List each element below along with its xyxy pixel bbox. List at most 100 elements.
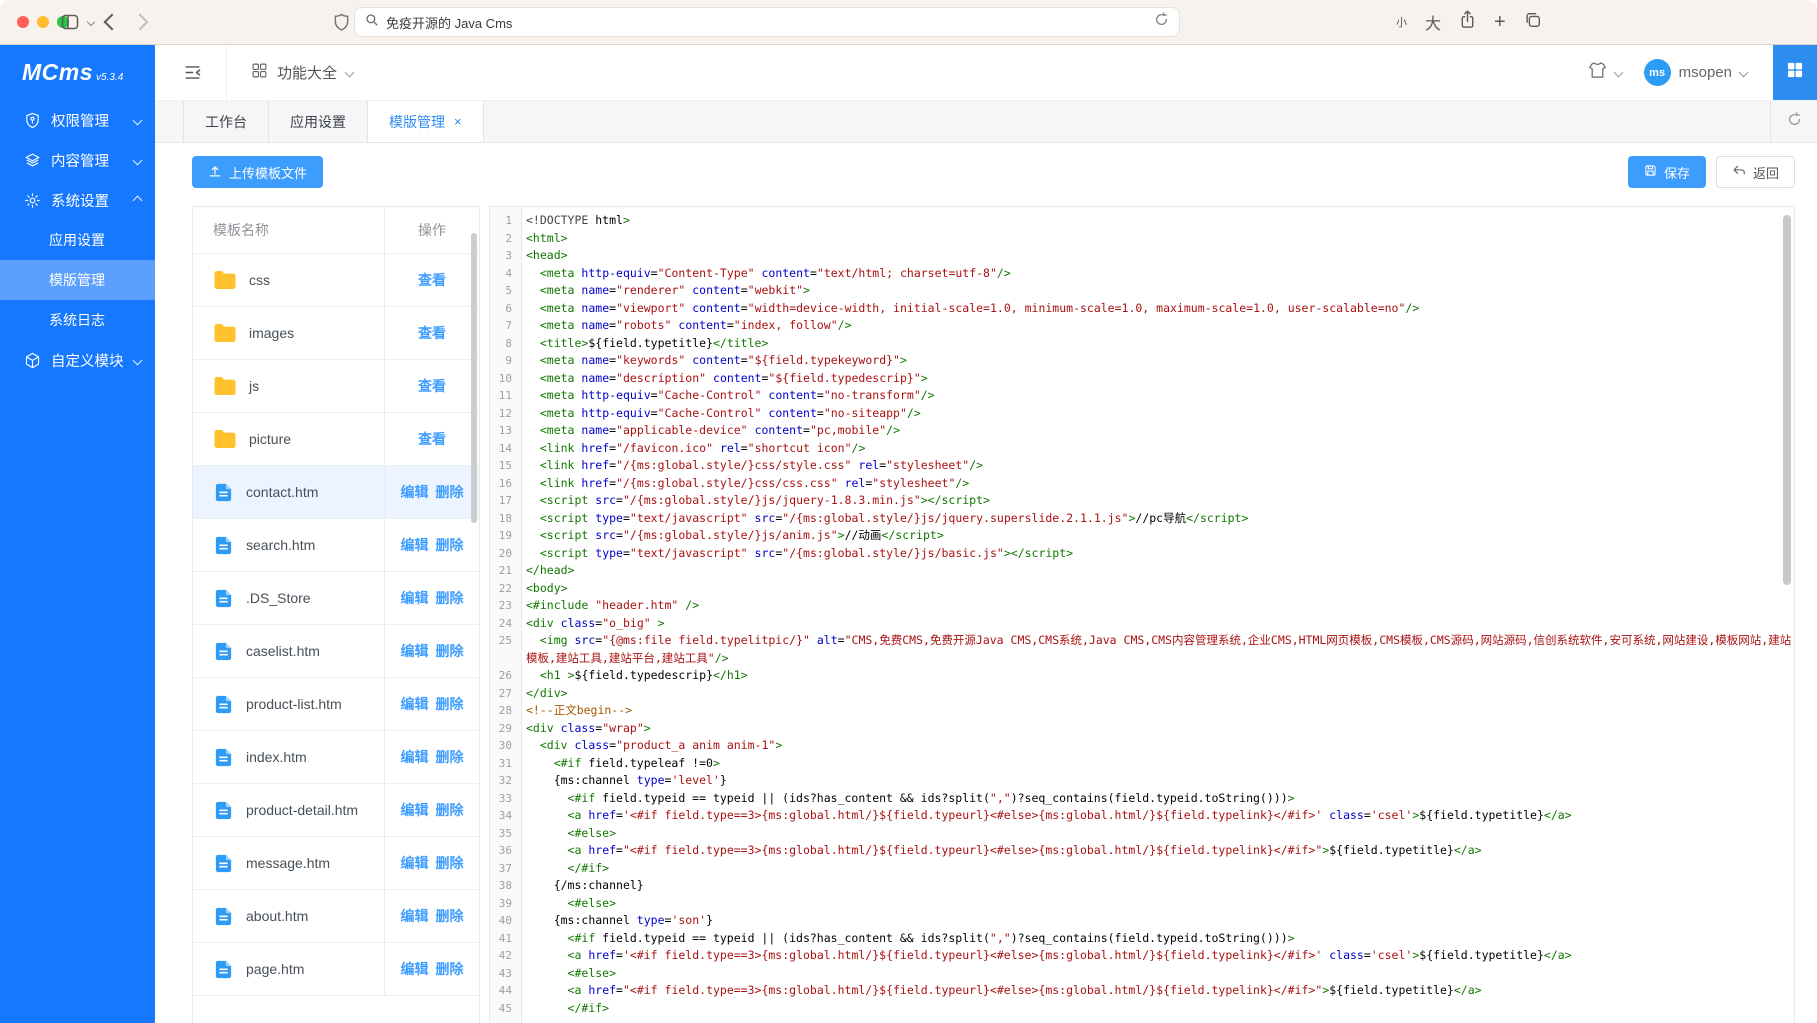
table-row[interactable]: .DS_Store编辑删除 [193, 572, 479, 625]
code-line[interactable]: 18 <script type="text/javascript" src="/… [490, 510, 1794, 528]
table-row[interactable]: search.htm编辑删除 [193, 519, 479, 572]
op-link[interactable]: 编辑 [401, 588, 429, 608]
code-line[interactable]: 15 <link href="/{ms:global.style/}css/st… [490, 457, 1794, 475]
code-line[interactable]: 25 <img src="{@ms:file field.typelitpic/… [490, 632, 1794, 667]
code-line[interactable]: 14 <link href="/favicon.ico" rel="shortc… [490, 440, 1794, 458]
code-line[interactable]: 45 </#if> [490, 1000, 1794, 1018]
code-line[interactable]: 12 <meta http-equiv="Cache-Control" cont… [490, 405, 1794, 423]
code-line[interactable]: 6 <meta name="viewport" content="width=d… [490, 300, 1794, 318]
table-row[interactable]: js查看 [193, 360, 479, 413]
code-line[interactable]: 41 <#if field.typeid == typeid || (ids?h… [490, 930, 1794, 948]
table-row[interactable]: picture查看 [193, 413, 479, 466]
code-line[interactable]: 33 <#if field.typeid == typeid || (ids?h… [490, 790, 1794, 808]
new-tab-icon[interactable]: + [1494, 12, 1506, 32]
code-line[interactable]: 29<div class="wrap"> [490, 720, 1794, 738]
code-line[interactable]: 5 <meta name="renderer" content="webkit"… [490, 282, 1794, 300]
code-line[interactable]: 27</div> [490, 685, 1794, 703]
code-line[interactable]: 21</head> [490, 562, 1794, 580]
tab-inactive[interactable]: 应用设置 [269, 101, 368, 142]
code-line[interactable]: 1<!DOCTYPE html> [490, 212, 1794, 230]
tab-overview-icon[interactable] [1524, 11, 1542, 34]
op-link[interactable]: 查看 [418, 429, 446, 449]
menu-fold-icon[interactable] [183, 63, 202, 82]
text-size-small-icon[interactable]: 小 [1396, 14, 1407, 30]
sidebar-item[interactable]: 系统设置 [0, 180, 155, 220]
tab-inactive[interactable]: 工作台 [183, 101, 269, 142]
back-button[interactable]: 返回 [1716, 156, 1795, 188]
code-line[interactable]: 36 <a href="<#if field.type==3>{ms:globa… [490, 842, 1794, 860]
op-link[interactable]: 编辑 [401, 959, 429, 979]
op-link[interactable]: 编辑 [401, 906, 429, 926]
apps-corner-button[interactable] [1773, 45, 1817, 100]
table-row[interactable]: caselist.htm编辑删除 [193, 625, 479, 678]
file-list-scrollbar[interactable] [471, 233, 477, 523]
upload-template-button[interactable]: 上传模板文件 [192, 156, 323, 188]
code-line[interactable]: 38 {/ms:channel} [490, 877, 1794, 895]
op-link[interactable]: 删除 [436, 641, 464, 661]
code-line[interactable]: 9 <meta name="keywords" content="${field… [490, 352, 1794, 370]
code-line[interactable]: 39 <#else> [490, 895, 1794, 913]
op-link[interactable]: 查看 [418, 376, 446, 396]
op-link[interactable]: 编辑 [401, 694, 429, 714]
code-line[interactable]: 7 <meta name="robots" content="index, fo… [490, 317, 1794, 335]
user-menu[interactable]: ms msopen [1644, 59, 1747, 86]
minimize-window-button[interactable] [37, 16, 49, 28]
code-line[interactable]: 2<html> [490, 230, 1794, 248]
refresh-tab-button[interactable] [1770, 101, 1817, 142]
code-line[interactable]: 34 <a href='<#if field.type==3>{ms:globa… [490, 807, 1794, 825]
code-line[interactable]: 10 <meta name="description" content="${f… [490, 370, 1794, 388]
code-line[interactable]: 35 <#else> [490, 825, 1794, 843]
theme-switcher[interactable] [1588, 61, 1622, 84]
code-line[interactable]: 16 <link href="/{ms:global.style/}css/cs… [490, 475, 1794, 493]
feature-menu-trigger[interactable]: 功能大全 [251, 62, 353, 83]
table-row[interactable]: index.htm编辑删除 [193, 731, 479, 784]
op-link[interactable]: 查看 [418, 270, 446, 290]
table-row[interactable]: message.htm编辑删除 [193, 837, 479, 890]
back-icon[interactable] [106, 16, 118, 28]
code-line[interactable]: 42 <a href='<#if field.type==3>{ms:globa… [490, 947, 1794, 965]
sidebar-subitem-active[interactable]: 模版管理 [0, 260, 155, 300]
op-link[interactable]: 编辑 [401, 641, 429, 661]
code-line[interactable]: 4 <meta http-equiv="Content-Type" conten… [490, 265, 1794, 283]
table-row[interactable]: page.htm编辑删除 [193, 943, 479, 996]
browser-sidebar-icon[interactable] [60, 12, 80, 32]
table-row[interactable]: images查看 [193, 307, 479, 360]
op-link[interactable]: 删除 [436, 906, 464, 926]
op-link[interactable]: 删除 [436, 535, 464, 555]
sidebar-subitem[interactable]: 应用设置 [0, 220, 155, 260]
share-icon[interactable] [1459, 10, 1476, 34]
close-window-button[interactable] [17, 16, 29, 28]
sidebar-item[interactable]: 自定义模块 [0, 340, 155, 380]
code-line[interactable]: 32 {ms:channel type='level'} [490, 772, 1794, 790]
code-line[interactable]: 8 <title>${field.typetitle}</title> [490, 335, 1794, 353]
code-line[interactable]: 26 <h1 >${field.typedescrip}</h1> [490, 667, 1794, 685]
forward-icon[interactable] [134, 16, 146, 28]
table-row[interactable]: product-detail.htm编辑删除 [193, 784, 479, 837]
op-link[interactable]: 删除 [436, 959, 464, 979]
table-row[interactable]: contact.htm编辑删除 [193, 466, 479, 519]
op-link[interactable]: 编辑 [401, 747, 429, 767]
code-line[interactable]: 28<!--正文begin--> [490, 702, 1794, 720]
code-line[interactable]: 13 <meta name="applicable-device" conten… [490, 422, 1794, 440]
address-bar[interactable]: 免疫开源的 Java Cms [354, 7, 1180, 37]
close-icon[interactable]: × [454, 115, 462, 128]
code-line[interactable]: 30 <div class="product_a anim anim-1"> [490, 737, 1794, 755]
op-link[interactable]: 删除 [436, 482, 464, 502]
code-line[interactable]: 22<body> [490, 580, 1794, 598]
code-line[interactable]: 20 <script type="text/javascript" src="/… [490, 545, 1794, 563]
op-link[interactable]: 编辑 [401, 482, 429, 502]
code-editor[interactable]: 1<!DOCTYPE html>2<html>3<head>4 <meta ht… [489, 206, 1795, 1023]
table-row[interactable]: css查看 [193, 254, 479, 307]
op-link[interactable]: 删除 [436, 800, 464, 820]
code-line[interactable]: 19 <script src="/{ms:global.style/}js/an… [490, 527, 1794, 545]
code-line[interactable]: 23<#include "header.htm" /> [490, 597, 1794, 615]
save-button[interactable]: 保存 [1628, 156, 1706, 188]
code-line[interactable]: 44 <a href="<#if field.type==3>{ms:globa… [490, 982, 1794, 1000]
privacy-shield-icon[interactable] [333, 13, 350, 32]
op-link[interactable]: 删除 [436, 853, 464, 873]
sidebar-item[interactable]: 内容管理 [0, 140, 155, 180]
op-link[interactable]: 编辑 [401, 535, 429, 555]
code-line[interactable]: 24<div class="o_big" > [490, 615, 1794, 633]
op-link[interactable]: 编辑 [401, 853, 429, 873]
op-link[interactable]: 删除 [436, 694, 464, 714]
